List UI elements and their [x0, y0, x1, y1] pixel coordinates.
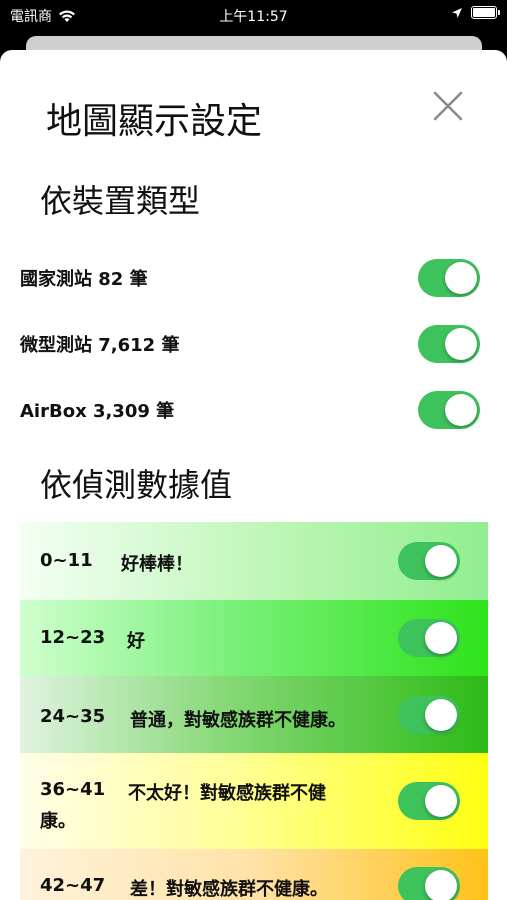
level-desc-continued: 康。: [40, 811, 76, 832]
level-desc: 差！對敏感族群不健康。: [130, 879, 328, 900]
toggle-knob: [425, 622, 457, 654]
airbox-toggle[interactable]: [418, 391, 480, 429]
level-row-2: 12~23 好: [20, 600, 488, 676]
level-3-toggle[interactable]: [398, 696, 460, 734]
level-5-toggle[interactable]: [398, 867, 460, 900]
level-1-toggle[interactable]: [398, 542, 460, 580]
national-station-toggle[interactable]: [418, 259, 480, 297]
close-icon[interactable]: [428, 86, 468, 126]
level-row-5: 42~47 差！對敏感族群不健康。: [20, 849, 488, 900]
toggle-knob: [425, 870, 457, 900]
level-range: 0~11: [40, 550, 93, 571]
level-desc: 好: [127, 631, 145, 652]
level-row-3: 24~35 普通，對敏感族群不健康。: [20, 676, 488, 753]
battery-icon: [471, 6, 500, 19]
status-right: [451, 6, 500, 19]
device-label: 微型測站 7,612 筆: [20, 335, 180, 356]
level-row-4: 36~41 不太好！對敏感族群不健 康。: [20, 753, 488, 849]
toggle-knob: [425, 699, 457, 731]
level-2-toggle[interactable]: [398, 619, 460, 657]
level-desc: 普通，對敏感族群不健康。: [130, 710, 346, 731]
level-range: 12~23: [40, 627, 106, 648]
device-row-national: 國家測站 82 筆: [20, 256, 485, 300]
level-desc: 不太好！對敏感族群不健: [128, 783, 326, 804]
level-range: 36~41: [40, 779, 106, 800]
status-bar: 電訊商 上午11:57: [0, 0, 507, 30]
device-label: 國家測站 82 筆: [20, 269, 148, 290]
device-label: AirBox 3,309 筆: [20, 401, 175, 422]
toggle-knob: [445, 328, 477, 360]
level-range: 42~47: [40, 875, 106, 896]
device-row-micro: 微型測站 7,612 筆: [20, 322, 485, 366]
status-time: 上午11:57: [219, 9, 288, 25]
location-arrow-icon: [452, 7, 462, 18]
level-4-toggle[interactable]: [398, 782, 460, 820]
level-row-1: 0~11 好棒棒！: [20, 522, 488, 600]
value-section-title: 依偵測數據值: [40, 466, 233, 504]
toggle-knob: [445, 262, 477, 294]
toggle-knob: [425, 785, 457, 817]
level-list: 0~11 好棒棒！ 12~23 好 24~35 普通，對敏感族群不健康。 36~…: [20, 522, 488, 900]
device-section-title: 依裝置類型: [40, 182, 201, 220]
settings-sheet: 地圖顯示設定 依裝置類型 國家測站 82 筆 微型測站 7,612 筆 AirB…: [0, 50, 507, 900]
toggle-knob: [445, 394, 477, 426]
device-row-airbox: AirBox 3,309 筆: [20, 388, 485, 432]
page-title: 地圖顯示設定: [46, 101, 263, 142]
level-desc: 好棒棒！: [121, 554, 193, 575]
toggle-knob: [425, 545, 457, 577]
level-range: 24~35: [40, 706, 106, 727]
micro-station-toggle[interactable]: [418, 325, 480, 363]
